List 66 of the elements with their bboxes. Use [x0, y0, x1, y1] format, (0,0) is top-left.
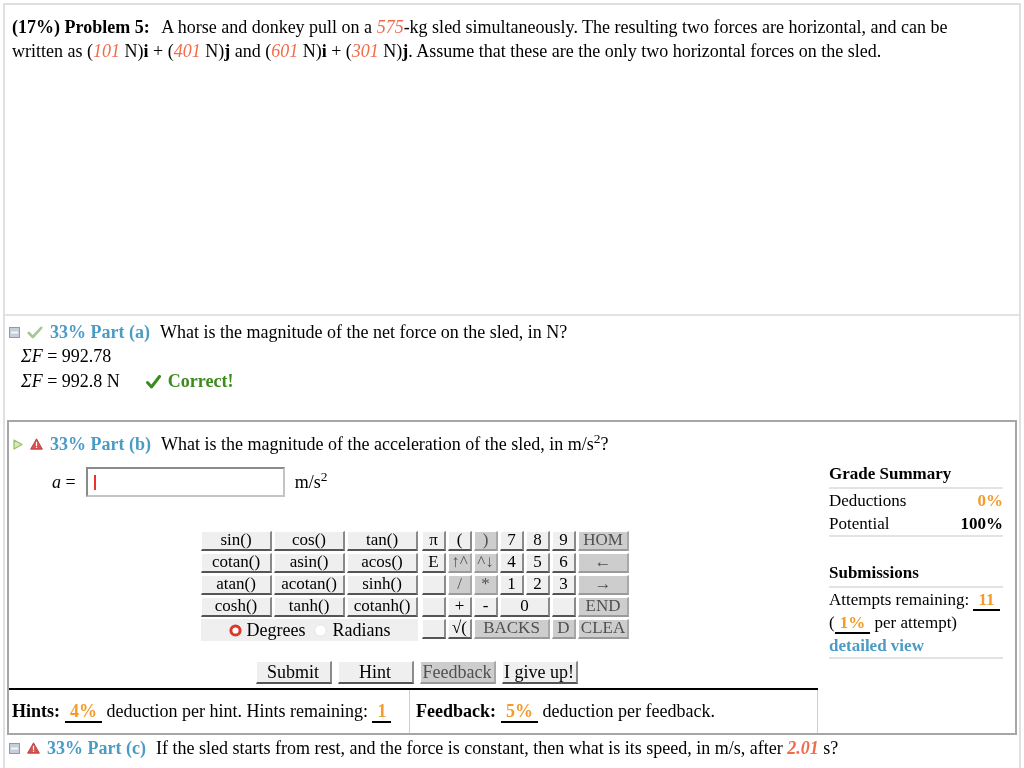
hints-text: 4% deduction per hint. Hints remaining: 1 — [65, 698, 392, 725]
calculator-key[interactable]: ( — [448, 531, 472, 551]
function-key[interactable]: cos() — [274, 531, 345, 551]
calculator-key[interactable]: 5 — [526, 553, 550, 573]
function-key[interactable]: atan() — [201, 575, 272, 595]
function-key[interactable]: acos() — [347, 553, 418, 573]
problem-statement: (17%) Problem 5: A horse and donkey pull on a 575-kg sled simultaneously. The resulting two forces are horizontal, and can be written as (101 N)i + (401 N)j and (601 N)i + (301 N)j. Assume that these are the only two horizontal forces on the sled. — [12, 17, 948, 61]
blank-key[interactable] — [422, 575, 446, 595]
summary-title: Grade Summary — [829, 463, 953, 485]
function-key[interactable]: cotanh() — [347, 597, 418, 617]
summary-value: 100% — [960, 513, 1003, 535]
part-label: 33% Part (b) — [50, 432, 151, 456]
calculator-key[interactable]: 6 — [552, 553, 576, 573]
feedback-text: 5% deduction per feedback. — [501, 698, 715, 725]
part-label: 33% Part (a) — [50, 320, 150, 344]
calculator-key[interactable]: 8 — [526, 531, 550, 551]
action-button[interactable]: Submit — [255, 661, 332, 684]
calculator-key[interactable]: 0 — [500, 597, 550, 617]
part-question: What is the magnitude of the acceleration of the sled, in m/s$^{2}$? — [161, 430, 609, 456]
calculator-key[interactable]: + — [448, 597, 472, 617]
summary-label: Potential — [829, 513, 890, 535]
collapse-icon[interactable] — [9, 742, 20, 754]
function-key[interactable]: cotan() — [201, 553, 272, 573]
cost-text: (1% per attempt) — [829, 612, 959, 634]
action-button[interactable]: I give up! — [501, 661, 578, 684]
hints-label: Hints: — [12, 700, 60, 723]
attempts-text: Attempts remaining: 11 — [829, 588, 1003, 611]
function-key[interactable]: cosh() — [201, 597, 272, 617]
calculator-key[interactable]: 2 — [526, 575, 550, 595]
summary-label: Deductions — [829, 490, 907, 512]
radio-button[interactable] — [228, 623, 242, 637]
blank-key[interactable] — [552, 597, 576, 617]
summary-value: 0% — [977, 490, 1003, 512]
correct-message: Correct! — [167, 370, 234, 393]
function-key[interactable]: tan() — [347, 531, 418, 551]
feedback-label: Feedback: — [416, 700, 496, 723]
radio-label: Radians — [332, 620, 391, 640]
submissions-title: Submissions — [829, 562, 920, 584]
calculator-key[interactable]: √( — [448, 619, 472, 639]
unit-label: m/s$^{2}$ — [294, 468, 328, 494]
calculator-key[interactable]: 3 — [552, 575, 576, 595]
part-question: If the sled starts from rest, and the force is constant, then what is its speed, in m/s, after 2.01 s? — [155, 736, 839, 760]
calculator-key[interactable]: - — [474, 597, 498, 617]
function-key[interactable]: sin() — [201, 531, 272, 551]
collapse-icon[interactable] — [9, 326, 20, 338]
function-key[interactable]: sinh() — [347, 575, 418, 595]
blank-key[interactable] — [422, 597, 446, 617]
blank-key[interactable] — [422, 619, 446, 639]
part-label: 33% Part (c) — [47, 736, 146, 760]
function-key[interactable]: tanh() — [274, 597, 345, 617]
part-question: What is the magnitude of the net force on the sled, in N? — [159, 320, 568, 344]
function-key[interactable]: acotan() — [274, 575, 345, 595]
answer-label: a = — [52, 470, 76, 494]
calculator-key[interactable]: 9 — [552, 531, 576, 551]
calculator-key[interactable]: 7 — [500, 531, 524, 551]
calculator-key[interactable]: E — [422, 553, 446, 573]
entered-answer: ΣF = 992.78 — [21, 346, 112, 366]
calculator-key[interactable]: π — [422, 531, 446, 551]
function-key[interactable]: asin() — [274, 553, 345, 573]
calculator-key[interactable]: 4 — [500, 553, 524, 573]
radio-label: Degrees — [246, 620, 306, 640]
check-icon — [145, 374, 161, 389]
action-button[interactable]: Hint — [337, 661, 414, 684]
answer-text: ΣF = 992.8 N — [21, 370, 120, 393]
calculator-key[interactable]: 1 — [500, 575, 524, 595]
answer-input[interactable] — [85, 467, 285, 497]
